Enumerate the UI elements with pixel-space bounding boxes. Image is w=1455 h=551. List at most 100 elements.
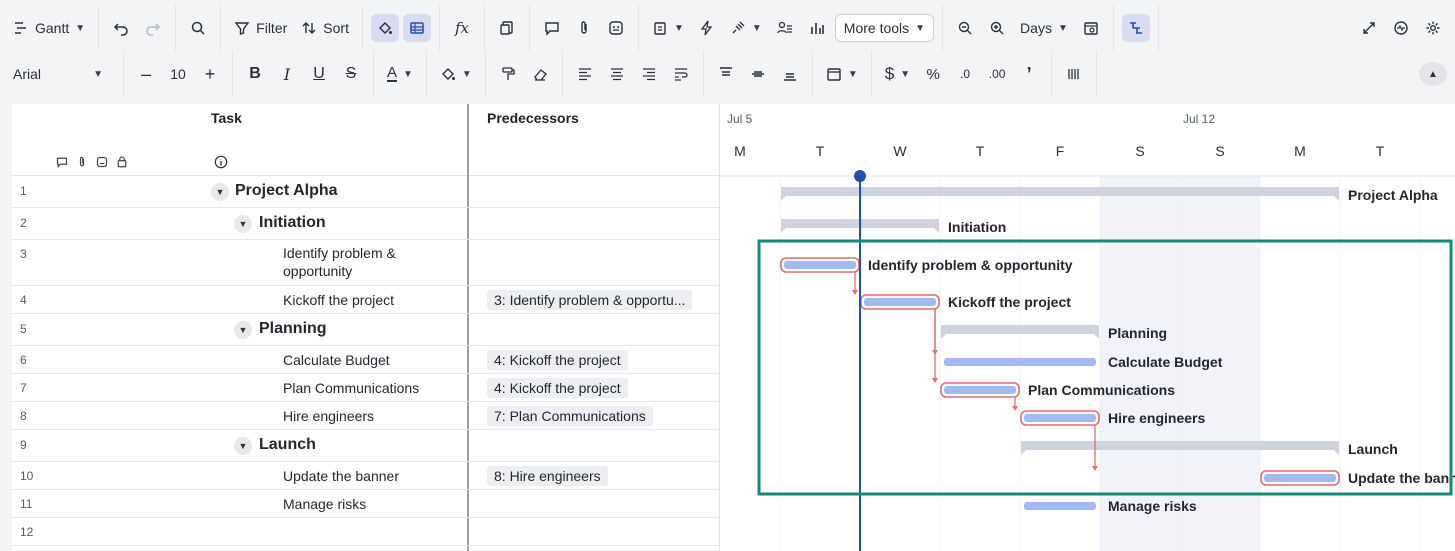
- wrap-text-button[interactable]: [667, 60, 695, 88]
- proofs-button[interactable]: [602, 14, 630, 42]
- table-row[interactable]: 3 Identify problem & opportunity: [12, 240, 719, 286]
- settings-button[interactable]: [1419, 14, 1447, 42]
- fill-color-button[interactable]: ▼: [435, 60, 477, 88]
- fill-color-group: ▼: [427, 51, 486, 97]
- row-number: 2: [20, 216, 27, 230]
- redo-button[interactable]: [139, 14, 167, 42]
- table-row[interactable]: 2 ▼ Initiation: [12, 208, 719, 240]
- align-right-button[interactable]: [635, 60, 663, 88]
- bold-button[interactable]: B: [241, 60, 269, 88]
- task-column-header[interactable]: Task: [12, 104, 468, 176]
- align-left-button[interactable]: [571, 60, 599, 88]
- connections-button[interactable]: ▼: [725, 14, 767, 42]
- collapse-toggle-icon[interactable]: ▼: [234, 437, 252, 455]
- collapse-toggle-icon[interactable]: ▼: [234, 215, 252, 233]
- collapse-toggle-icon[interactable]: ▼: [234, 321, 252, 339]
- underline-button[interactable]: U: [305, 60, 333, 88]
- gantt-chart-panel[interactable]: Jul 5 Jul 12 M T W T F S S M T Project Alpha Initiat…: [720, 104, 1455, 551]
- collapse-toggle-icon[interactable]: ▼: [211, 183, 229, 201]
- align-bottom-button[interactable]: [776, 60, 804, 88]
- view-switcher-button[interactable]: Gantt ▼: [8, 14, 90, 42]
- predecessor-chip[interactable]: 4: Kickoff the project: [487, 350, 628, 370]
- predecessors-column-header[interactable]: Predecessors: [469, 104, 719, 176]
- search-button[interactable]: [184, 14, 212, 42]
- date-format-button[interactable]: ▼: [821, 60, 863, 88]
- automation-group: ▼ ▼ More tools ▼: [639, 5, 944, 51]
- fullscreen-button[interactable]: [1355, 14, 1383, 42]
- filter-sort-group: Filter Sort: [221, 5, 363, 51]
- activity-button[interactable]: [1387, 14, 1415, 42]
- table-row[interactable]: 7 Plan Communications 4: Kickoff the pro…: [12, 374, 719, 402]
- zoom-in-button[interactable]: [983, 14, 1011, 42]
- predecessor-chip[interactable]: 4: Kickoff the project: [487, 378, 628, 398]
- view-switcher-label: Gantt: [35, 20, 70, 36]
- table-row[interactable]: 5 ▼ Planning: [12, 314, 719, 346]
- zoom-in-icon: [990, 21, 1004, 35]
- strikethrough-button[interactable]: S: [337, 60, 365, 88]
- comments-button[interactable]: [538, 14, 566, 42]
- zoom-out-button[interactable]: [951, 14, 979, 42]
- search-icon: [191, 21, 205, 35]
- table-row[interactable]: 8 Hire engineers 7: Plan Communications: [12, 402, 719, 430]
- info-icon[interactable]: [214, 155, 228, 169]
- align-top-button[interactable]: [712, 60, 740, 88]
- percent-button[interactable]: %: [919, 60, 947, 88]
- table-row[interactable]: 12: [12, 518, 719, 546]
- thousands-separator-button[interactable]: ’: [1015, 60, 1043, 88]
- filter-button[interactable]: Filter: [229, 14, 292, 42]
- font-size-value[interactable]: 10: [164, 60, 192, 88]
- decrease-decimal-button[interactable]: .0: [951, 60, 979, 88]
- increase-font-size-button[interactable]: +: [196, 60, 224, 88]
- predecessor-chip[interactable]: 8: Hire engineers: [487, 466, 608, 486]
- resource-button[interactable]: [771, 14, 799, 42]
- timescale-dropdown[interactable]: Days ▼: [1015, 14, 1073, 42]
- gantt-chart[interactable]: Jul 5 Jul 12 M T W T F S S M T Project Alpha Initiat…: [720, 104, 1455, 551]
- predecessor-chip[interactable]: 3: Identify problem & opportu...: [487, 290, 693, 310]
- chevron-down-icon: ▼: [847, 68, 858, 80]
- bar-label: Manage risks: [1108, 498, 1197, 514]
- currency-button[interactable]: $ ▼: [880, 60, 915, 88]
- table-row[interactable]: 11 Manage risks: [12, 490, 719, 518]
- conditional-format-button[interactable]: [370, 14, 399, 42]
- forms-button[interactable]: ▼: [647, 14, 689, 42]
- format-painter-button[interactable]: [494, 60, 522, 88]
- attachments-button[interactable]: [570, 14, 598, 42]
- table-row[interactable]: 6 Calculate Budget 4: Kickoff the projec…: [12, 346, 719, 374]
- reports-button[interactable]: [803, 14, 831, 42]
- critical-path-button[interactable]: [1121, 14, 1150, 42]
- text-color-icon: A: [387, 64, 398, 82]
- align-middle-button[interactable]: [744, 60, 772, 88]
- text-color-button[interactable]: A ▼: [382, 60, 418, 88]
- formula-button[interactable]: fx: [448, 14, 476, 42]
- attachments-group: [530, 5, 639, 51]
- table-row[interactable]: 4 Kickoff the project 3: Identify proble…: [12, 286, 719, 314]
- automation-button[interactable]: [693, 14, 721, 42]
- week-label: Jul 12: [1183, 112, 1215, 126]
- grid-lines-button[interactable]: [402, 14, 431, 42]
- increase-decimal-button[interactable]: .00: [983, 60, 1011, 88]
- decrease-font-size-button[interactable]: –: [132, 60, 160, 88]
- arrow-head: [932, 378, 938, 383]
- column-width-button[interactable]: [1060, 60, 1088, 88]
- sort-button[interactable]: Sort: [296, 14, 354, 42]
- card-view-button[interactable]: [493, 14, 521, 42]
- more-tools-button[interactable]: More tools ▼: [834, 14, 935, 42]
- predecessor-chip[interactable]: 7: Plan Communications: [487, 406, 653, 426]
- proof-icon: [609, 21, 623, 35]
- row-number: 8: [20, 409, 27, 423]
- task-name: Plan Communications: [283, 380, 420, 396]
- collapse-toolbar-button[interactable]: ▲: [1419, 62, 1447, 86]
- align-center-button[interactable]: [603, 60, 631, 88]
- table-row[interactable]: 1 ▼ Project Alpha: [12, 176, 719, 208]
- people-list-icon: [777, 21, 792, 34]
- task-header-label: Task: [211, 110, 242, 126]
- undo-button[interactable]: [107, 14, 135, 42]
- day-label: W: [893, 143, 907, 159]
- table-row[interactable]: 10 Update the banner 8: Hire engineers: [12, 462, 719, 490]
- clear-format-button[interactable]: [526, 60, 554, 88]
- font-family-dropdown[interactable]: Arial ▼: [8, 60, 108, 88]
- scroll-to-today-button[interactable]: [1077, 14, 1105, 42]
- italic-button[interactable]: I: [273, 60, 301, 88]
- calendar-icon: [827, 68, 841, 81]
- table-row[interactable]: 9 ▼ Launch: [12, 430, 719, 462]
